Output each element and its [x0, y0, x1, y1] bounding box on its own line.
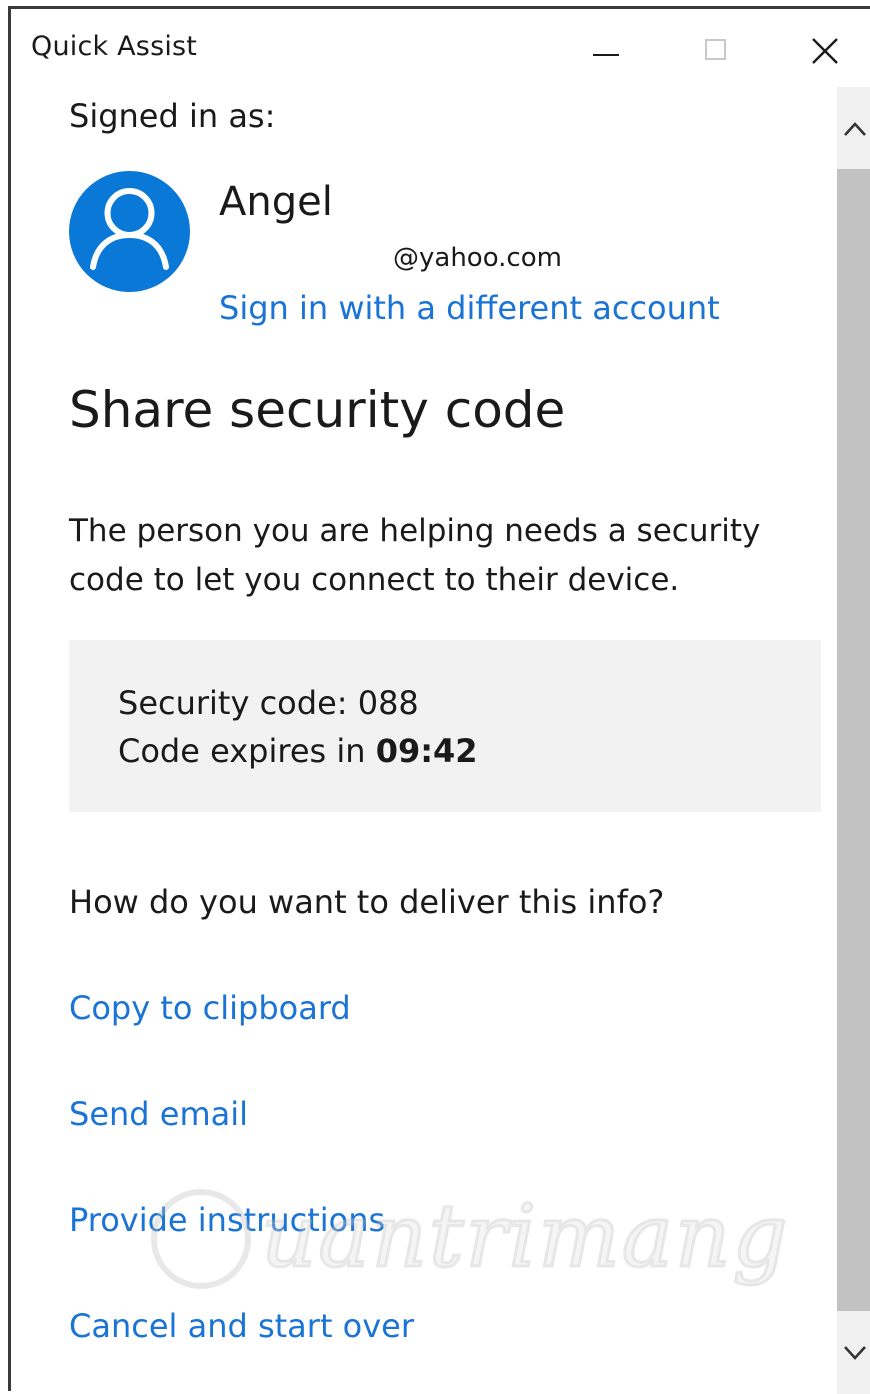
user-email: @yahoo.com [393, 243, 562, 273]
signed-in-label: Signed in as: [69, 97, 276, 135]
vertical-scrollbar[interactable] [837, 87, 870, 1394]
copy-to-clipboard-link[interactable]: Copy to clipboard [69, 989, 351, 1027]
scroll-down-button[interactable] [837, 1311, 870, 1394]
code-expiry-time: 09:42 [375, 732, 478, 770]
quick-assist-window: Quick Assist Signed in as: Angel @yahoo.… [8, 6, 870, 1394]
provide-instructions-link[interactable]: Provide instructions [69, 1201, 385, 1239]
avatar [69, 171, 190, 292]
window-title: Quick Assist [31, 31, 198, 62]
deliver-question: How do you want to deliver this info? [69, 883, 665, 921]
chevron-down-icon [844, 1346, 866, 1360]
chevron-up-icon [844, 122, 866, 136]
cancel-and-start-over-link[interactable]: Cancel and start over [69, 1307, 414, 1345]
code-expiry-prefix: Code expires in [118, 732, 376, 770]
send-email-link[interactable]: Send email [69, 1095, 248, 1133]
instructions-text: The person you are helping needs a secur… [69, 513, 761, 598]
user-icon [90, 188, 169, 270]
user-name: Angel [219, 179, 333, 225]
page-title: Share security code [69, 381, 566, 439]
maximize-button[interactable] [685, 27, 745, 71]
minimize-button[interactable] [576, 27, 636, 71]
security-code: Security code: 088 [118, 684, 419, 722]
title-bar: Quick Assist [11, 9, 870, 87]
minimize-icon [593, 54, 619, 56]
switch-account-link[interactable]: Sign in with a different account [219, 289, 720, 327]
security-code-box: Security code: 088 Code expires in 09:42 [69, 640, 821, 812]
scroll-thumb[interactable] [837, 169, 870, 1311]
scroll-up-button[interactable] [837, 87, 870, 169]
close-button[interactable] [795, 27, 855, 71]
code-expiry: Code expires in 09:42 [118, 732, 478, 770]
close-icon [812, 38, 838, 64]
maximize-icon [705, 39, 726, 60]
content-panel: Signed in as: Angel @yahoo.com Sign in w… [11, 87, 837, 1394]
